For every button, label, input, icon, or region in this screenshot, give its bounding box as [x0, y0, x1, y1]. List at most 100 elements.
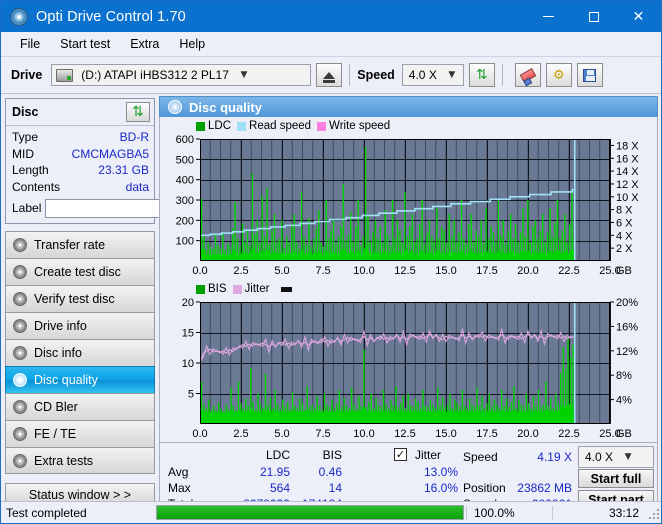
sidebar-item-disc-info[interactable]: Disc info [5, 339, 155, 366]
content-pane: Disc quality LDC Read speed Write speed … [159, 94, 661, 513]
sidebar-item-create-test-disc[interactable]: Create test disc [5, 258, 155, 285]
svg-text:18 X: 18 X [616, 140, 639, 152]
stats-avg-jitter: 13.0% [423, 465, 458, 479]
svg-text:7.5: 7.5 [315, 428, 330, 440]
svg-text:15: 15 [182, 328, 194, 340]
svg-text:20.0: 20.0 [517, 428, 538, 440]
svg-text:100: 100 [176, 236, 194, 248]
sidebar-item-disc-quality[interactable]: Disc quality [5, 366, 155, 393]
minimize-button[interactable] [526, 1, 571, 32]
erase-button[interactable] [514, 63, 541, 87]
refresh-icon: ⇅ [132, 104, 144, 120]
stats-avg-ldc: 21.95 [259, 465, 290, 479]
maximize-button[interactable] [571, 1, 616, 32]
toolbar-divider-1 [349, 64, 351, 86]
disc-refresh-button[interactable]: ⇅ [126, 102, 150, 122]
svg-text:10: 10 [182, 358, 194, 370]
svg-text:22.5: 22.5 [558, 428, 579, 440]
svg-text:300: 300 [176, 195, 194, 207]
svg-text:12.5: 12.5 [394, 265, 415, 277]
disc-icon [13, 346, 27, 360]
sidebar-item-label: Disc info [34, 346, 82, 360]
svg-text:7.5: 7.5 [315, 265, 330, 277]
svg-text:10.0: 10.0 [353, 428, 374, 440]
svg-text:0.0: 0.0 [192, 428, 207, 440]
plot-header: Disc quality [159, 96, 658, 117]
drive-label: Drive [11, 68, 43, 82]
close-button[interactable]: ✕ [616, 1, 661, 32]
progress-bar [156, 505, 464, 520]
stats-speed-value: 4.19 X [537, 450, 572, 464]
ldc-chart: LDC Read speed Write speed 100 200 300 400 5… [160, 119, 657, 279]
svg-text:15.0: 15.0 [435, 428, 456, 440]
test-speed-select[interactable]: 4.0 X ▼ [578, 446, 654, 468]
speed-select[interactable]: 4.0 X ▼ [401, 64, 464, 86]
stats-row-max-key: Max [168, 481, 191, 495]
legend-label: LDC [208, 120, 232, 132]
svg-text:20.0: 20.0 [517, 265, 538, 277]
svg-text:16%: 16% [616, 321, 638, 333]
legend-swatch-jitter [232, 284, 242, 294]
disc-label-row: Label [12, 198, 250, 218]
sidebar-item-fe-te[interactable]: FE / TE [5, 420, 155, 447]
menu-file[interactable]: File [11, 34, 49, 54]
resize-grip[interactable] [647, 507, 659, 519]
legend-write-speed: Write speed [317, 120, 390, 132]
legend-swatch-read-speed [237, 121, 247, 131]
nav-list: Transfer rate Create test disc Verify te… [5, 231, 155, 474]
svg-text:5: 5 [188, 389, 194, 401]
eject-icon [323, 71, 336, 83]
svg-text:17.5: 17.5 [476, 428, 497, 440]
disc-quality-icon [168, 100, 182, 114]
sidebar-item-extra-tests[interactable]: Extra tests [5, 447, 155, 474]
sidebar-item-transfer-rate[interactable]: Transfer rate [5, 231, 155, 258]
legend-label: Jitter [244, 283, 270, 295]
svg-text:4%: 4% [616, 395, 632, 407]
app-icon [10, 7, 28, 26]
chevron-down-icon: ▼ [240, 70, 248, 80]
svg-text:17.5: 17.5 [476, 265, 497, 277]
legend-swatch-bis [196, 284, 205, 294]
sidebar-item-label: Drive info [34, 319, 87, 333]
svg-text:8%: 8% [616, 370, 632, 382]
app-window: Opti Drive Control 1.70 ✕ File Start tes… [0, 0, 662, 524]
progress-fill [157, 506, 463, 519]
sidebar-item-cd-bler[interactable]: CD Bler [5, 393, 155, 420]
menu-start-test[interactable]: Start test [51, 34, 119, 54]
jitter-checkbox[interactable]: ✓ [394, 448, 407, 461]
sidebar-item-drive-info[interactable]: Drive info [5, 312, 155, 339]
drive-icon [56, 68, 74, 82]
save-button[interactable] [576, 63, 603, 87]
start-full-button[interactable]: Start full [578, 469, 654, 488]
sidebar-item-label: Extra tests [34, 453, 94, 468]
svg-text:12%: 12% [616, 346, 638, 358]
save-icon [583, 68, 597, 82]
sidebar-item-verify-test-disc[interactable]: Verify test disc [5, 285, 155, 312]
stats-position-value: 23862 MB [517, 481, 572, 495]
disc-panel-title: Disc [12, 105, 39, 119]
disc-icon [13, 373, 27, 387]
plot-title: Disc quality [189, 99, 262, 115]
svg-text:4 X: 4 X [616, 230, 633, 242]
svg-text:15.0: 15.0 [435, 265, 456, 277]
eraser-icon [519, 67, 537, 83]
menu-help[interactable]: Help [170, 34, 214, 54]
stats-max-jitter: 16.0% [423, 481, 458, 495]
disc-icon [13, 292, 27, 306]
svg-text:GB: GB [616, 265, 632, 277]
scrollbar-thumb-marker[interactable] [281, 286, 293, 292]
svg-text:16 X: 16 X [616, 153, 639, 165]
tools-button[interactable]: ⚙ [545, 63, 572, 87]
menu-bar: File Start test Extra Help [1, 32, 661, 57]
legend-bis: BIS [196, 283, 227, 295]
legend-swatch-write-speed [317, 121, 327, 131]
svg-text:2.5: 2.5 [233, 428, 248, 440]
eject-button[interactable] [316, 63, 343, 87]
svg-text:22.5: 22.5 [558, 265, 579, 277]
sidebar-item-label: Verify test disc [34, 292, 115, 306]
legend-label: Write speed [329, 120, 391, 132]
svg-text:GB: GB [616, 428, 632, 440]
drive-select[interactable]: (D:) ATAPI iHBS312 2 PL17 ▼ [51, 64, 312, 86]
refresh-button[interactable]: ⇅ [468, 63, 495, 87]
menu-extra[interactable]: Extra [121, 34, 168, 54]
